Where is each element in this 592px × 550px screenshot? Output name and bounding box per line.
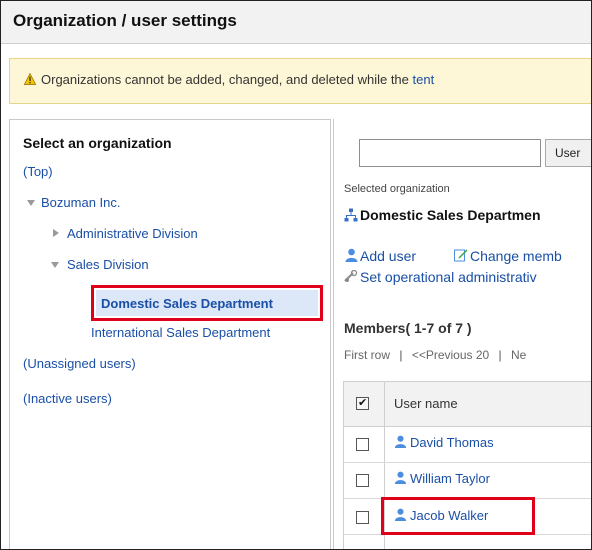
highlight-box-jacob-walker bbox=[381, 497, 535, 535]
tree-item-unassigned-users[interactable]: (Unassigned users) bbox=[23, 356, 136, 371]
collapse-arrow-icon[interactable] bbox=[51, 262, 59, 268]
user-icon bbox=[345, 248, 358, 262]
tree-item-top[interactable]: (Top) bbox=[23, 164, 53, 179]
edit-icon bbox=[454, 249, 468, 262]
user-search-button[interactable]: User bbox=[545, 139, 591, 167]
user-search-button-label: User bbox=[555, 146, 581, 160]
app-window: Organization / user settings Organizatio… bbox=[0, 0, 592, 550]
organization-tree-panel: Select an organization (Top) Bozuman Inc… bbox=[9, 119, 331, 549]
tree-item-domestic-sales-selected[interactable]: Domestic Sales Department bbox=[91, 285, 323, 321]
user-link[interactable]: David Thomas bbox=[394, 435, 494, 450]
notice-message: Organizations cannot be added, changed, … bbox=[41, 72, 413, 87]
next-page-link[interactable]: Ne bbox=[511, 348, 526, 362]
row-checkbox[interactable] bbox=[356, 474, 369, 487]
row-checkbox[interactable] bbox=[356, 511, 369, 524]
warning-notice: Organizations cannot be added, changed, … bbox=[9, 58, 591, 104]
user-link[interactable]: William Taylor bbox=[394, 471, 490, 486]
expand-arrow-icon[interactable] bbox=[53, 229, 59, 237]
set-operational-admin-link[interactable]: Set operational administrativ bbox=[360, 269, 537, 285]
row-checkbox[interactable] bbox=[356, 438, 369, 451]
user-name: William Taylor bbox=[410, 471, 490, 486]
tree-item-administrative-division[interactable]: Administrative Division bbox=[67, 226, 198, 241]
pager-separator: | bbox=[498, 348, 502, 362]
first-row-link[interactable]: First row bbox=[344, 348, 390, 362]
tree-item-bozuman[interactable]: Bozuman Inc. bbox=[41, 195, 121, 210]
pager-separator: | bbox=[399, 348, 403, 362]
select-all-checkbox[interactable] bbox=[356, 396, 369, 410]
add-user-link[interactable]: Add user bbox=[360, 248, 416, 264]
warning-icon bbox=[24, 73, 36, 85]
members-heading: Members( 1-7 of 7 ) bbox=[344, 320, 472, 336]
change-members-link[interactable]: Change memb bbox=[470, 248, 562, 264]
user-icon bbox=[394, 435, 407, 448]
user-search-input[interactable] bbox=[359, 139, 541, 167]
collapse-arrow-icon[interactable] bbox=[27, 200, 35, 206]
selected-organization-name: Domestic Sales Departmen bbox=[360, 207, 541, 223]
column-header-user-name[interactable]: User name bbox=[394, 396, 458, 411]
row-divider bbox=[344, 462, 591, 463]
user-name: David Thomas bbox=[410, 435, 494, 450]
tree-item-label: Domestic Sales Department bbox=[101, 296, 273, 311]
organization-icon bbox=[344, 208, 358, 222]
previous-page-link[interactable]: <<Previous 20 bbox=[412, 348, 489, 362]
pane-divider bbox=[333, 119, 334, 549]
page-title: Organization / user settings bbox=[13, 11, 237, 30]
selected-organization-label: Selected organization bbox=[344, 183, 450, 195]
tree-title: Select an organization bbox=[23, 135, 172, 151]
tree-item-sales-division[interactable]: Sales Division bbox=[67, 257, 149, 272]
user-icon bbox=[394, 471, 407, 484]
notice-text: Organizations cannot be added, changed, … bbox=[41, 72, 434, 87]
notice-link[interactable]: tent bbox=[413, 72, 435, 87]
tree-item-international-sales[interactable]: International Sales Department bbox=[91, 325, 270, 340]
title-bar: Organization / user settings bbox=[1, 1, 591, 44]
pagination: First row | <<Previous 20 | Ne bbox=[344, 348, 526, 362]
table-header: User name bbox=[344, 382, 591, 427]
settings-icon bbox=[344, 270, 358, 282]
tree-item-inactive-users[interactable]: (Inactive users) bbox=[23, 391, 112, 406]
